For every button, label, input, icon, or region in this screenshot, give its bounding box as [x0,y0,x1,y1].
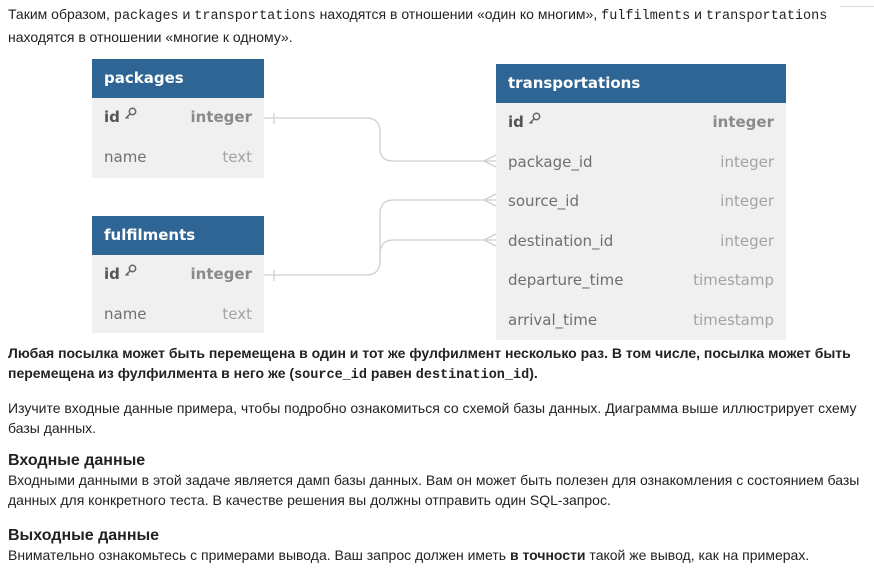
column-row: departure_time timestamp [508,271,774,289]
table-transportations[interactable]: transportations id integer package_id inte… [496,64,786,340]
note-paragraph: Любая посылка может быть перемещена в од… [8,345,851,383]
key-icon [528,101,541,141]
output-heading: Выходные данные [8,527,160,544]
schema-paragraph: Изучите входные данные примера, чтобы по… [8,400,857,436]
table-header: transportations [496,64,786,103]
column-row: id integer [92,255,264,295]
key-icon [124,96,137,136]
output-paragraph: Внимательно ознакомьтесь с примерами выв… [8,547,810,563]
emphasis-text: в точности [509,547,586,563]
table-fulfilments[interactable]: fulfilments id integer name text [92,216,264,333]
column-row: arrival_time timestamp [508,310,774,329]
code-destination-id: destination_id [415,368,530,383]
table-header: fulfilments [92,216,264,255]
column-row: id integer [496,103,786,143]
input-paragraph: Входными данными в этой задаче является … [8,472,860,508]
column-row: destination_id integer [508,231,774,250]
key-icon [124,253,137,293]
column-row: source_id integer [508,192,774,210]
table-header: packages [92,59,264,98]
column-row: id integer [92,98,264,138]
column-row: package_id integer [508,152,774,171]
table-packages[interactable]: packages id integer name text [92,59,264,178]
input-heading: Входные данные [8,452,146,469]
column-row: name text [104,147,252,166]
column-row: name text [104,304,252,323]
code-source-id: source_id [294,368,367,383]
